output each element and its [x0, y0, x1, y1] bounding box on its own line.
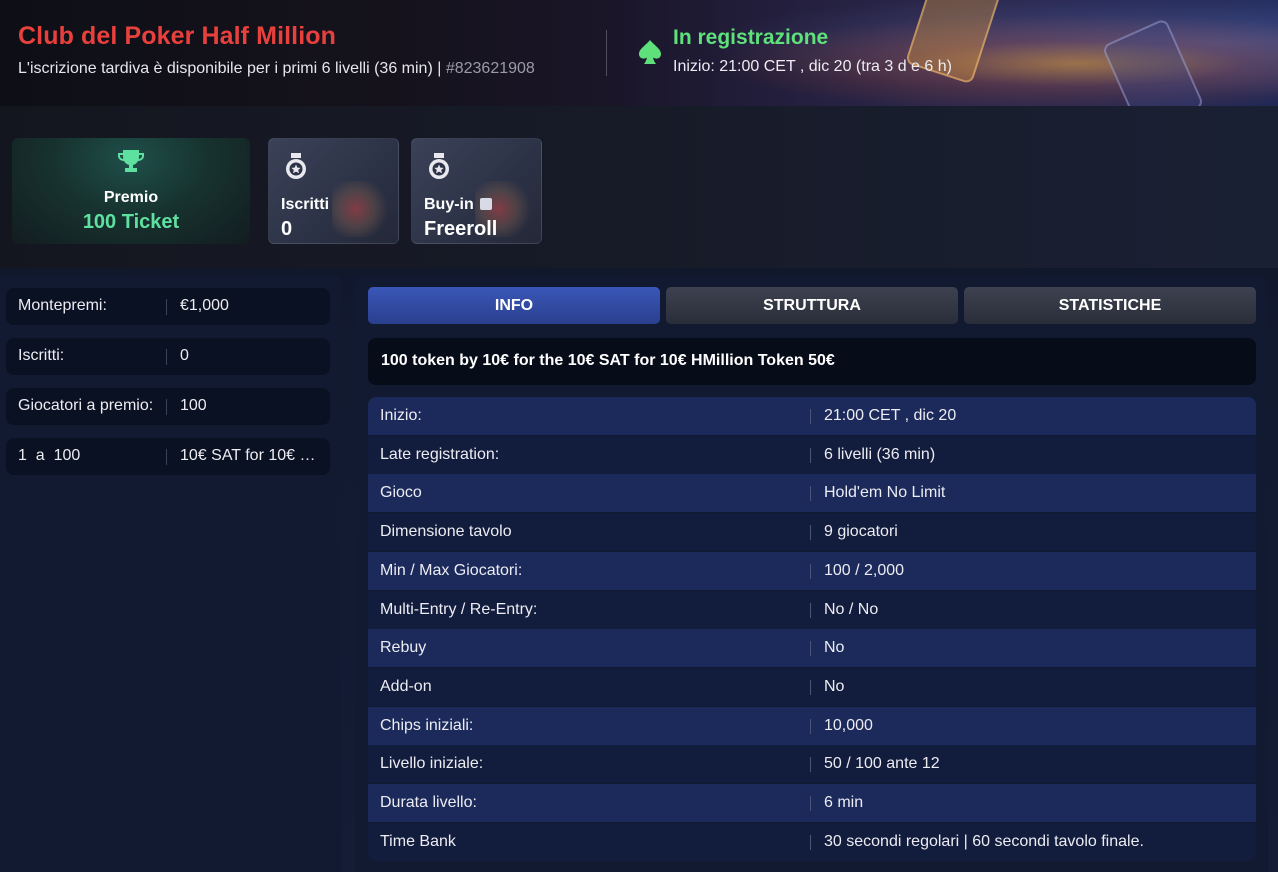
tournament-description: 100 token by 10€ for the 10€ SAT for 10€…: [368, 338, 1256, 385]
tournament-id: #823621908: [445, 60, 535, 77]
info-value: No: [824, 639, 845, 657]
row-value: 0: [180, 347, 189, 364]
info-value: 6 livelli (36 min): [824, 445, 936, 463]
tab-info[interactable]: INFO: [368, 287, 660, 324]
info-label: Add-on: [380, 677, 432, 695]
row-divider: [810, 757, 811, 773]
info-row-table-size: Dimensione tavolo 9 giocatori: [368, 513, 1256, 552]
tournament-header: Club del Poker Half Million L'iscrizione…: [0, 0, 1278, 106]
info-row-start: Inizio: 21:00 CET , dic 20: [368, 397, 1256, 435]
slot-machine-decoration: [332, 181, 392, 237]
row-divider: [166, 349, 167, 365]
buyin-value: Freeroll: [424, 218, 498, 240]
info-label: Time Bank: [380, 832, 456, 850]
medal-icon: [429, 153, 449, 179]
tab-structure[interactable]: STRUTTURA: [666, 287, 958, 324]
row-divider: [810, 796, 811, 811]
tab-statistics[interactable]: STATISTICHE: [964, 287, 1256, 324]
info-label: Durata livello:: [380, 794, 477, 811]
registration-status: In registrazione: [673, 26, 829, 49]
info-value: 9 giocatori: [824, 523, 898, 541]
start-time: Inizio: 21:00 CET , dic 20 (tra 3 d e 6 …: [673, 58, 952, 75]
row-divider: [810, 641, 811, 657]
row-divider: [810, 718, 811, 734]
info-row-min-max-players: Min / Max Giocatori: 100 / 2,000: [368, 551, 1256, 590]
row-divider: [810, 563, 811, 579]
row-divider: [810, 834, 811, 850]
prize-structure-panel: Montepremi: €1,000 Iscritti: 0 Giocatori…: [0, 276, 342, 872]
buyin-label: Buy-in: [424, 196, 492, 214]
info-row-late-registration: Late registration: 6 livelli (36 min): [368, 435, 1256, 474]
info-label: Gioco: [380, 484, 422, 502]
prize-value: 100 Ticket: [82, 211, 180, 233]
prize-label: Premio: [103, 189, 159, 206]
info-value: Hold'em No Limit: [824, 484, 946, 502]
row-label: Giocatori a premio:: [18, 397, 154, 414]
row-divider: [166, 399, 167, 415]
row-divider: [810, 602, 811, 618]
info-row-level-duration: Durata livello: 6 min: [368, 784, 1256, 822]
info-value: 10,000: [824, 716, 873, 734]
info-value: 100 / 2,000: [824, 561, 905, 579]
info-label: Multi-Entry / Re-Entry:: [380, 600, 538, 618]
info-row-game: Gioco Hold'em No Limit: [368, 474, 1256, 513]
row-divider: [810, 679, 811, 695]
entrants-card: Iscritti 0: [268, 138, 399, 244]
row-divider: [810, 409, 811, 424]
description-text: 100 token by 10€ for the 10€ SAT for 10€…: [381, 352, 835, 369]
info-value: 50 / 100 ante 12: [824, 755, 940, 773]
medal-icon: [286, 153, 306, 179]
info-label: Chips iniziali:: [380, 716, 474, 734]
info-row-time-bank: Time Bank 30 secondi regolari | 60 second…: [368, 822, 1256, 861]
info-icon[interactable]: [479, 198, 492, 210]
info-table: Inizio: 21:00 CET , dic 20 Late registrat…: [368, 397, 1256, 861]
row-label: Montepremi:: [18, 297, 107, 314]
paid-players-row: Giocatori a premio: 100: [6, 388, 330, 425]
info-row-rebuy: Rebuy No: [368, 629, 1256, 668]
row-divider: [166, 449, 167, 465]
buyin-card: Buy-in Freeroll: [411, 138, 542, 244]
row-label: 1 a 100: [18, 447, 81, 464]
entrants-label: Iscritti: [281, 196, 330, 213]
late-registration-info: L'iscrizione tardiva è disponibile per i…: [18, 60, 535, 78]
info-row-starting-level: Livello iniziale: 50 / 100 ante 12: [368, 745, 1256, 784]
info-row-starting-chips: Chips iniziali: 10,000: [368, 706, 1256, 745]
row-value: 10€ SAT for 10€ HMillion Token 50€: [180, 447, 320, 464]
info-row-reentry: Multi-Entry / Re-Entry: No / No: [368, 590, 1256, 629]
tournament-title: Club del Poker Half Million: [18, 22, 337, 50]
info-value: 21:00 CET , dic 20: [824, 407, 957, 424]
row-value: €1,000: [180, 297, 229, 314]
info-value: No: [824, 677, 845, 695]
info-value: No / No: [824, 600, 879, 618]
info-label: Min / Max Giocatori:: [380, 561, 523, 579]
payout-row: 1 a 100 10€ SAT for 10€ HMillion Token 5…: [6, 438, 330, 475]
entrants-row: Iscritti: 0: [6, 338, 330, 375]
info-label: Late registration:: [380, 445, 500, 463]
header-background-art: [608, 0, 1278, 106]
entrants-value: 0: [281, 218, 293, 240]
spade-icon: [639, 40, 661, 64]
prize-pool-row: Montepremi: €1,000: [6, 288, 330, 325]
info-value: 6 min: [824, 794, 864, 811]
info-row-addon: Add-on No: [368, 667, 1256, 706]
trophy-icon: [118, 150, 144, 172]
buyin-label-text: Buy-in: [424, 196, 474, 213]
info-label: Dimensione tavolo: [380, 523, 512, 541]
row-value: 100: [180, 397, 207, 414]
tournament-lobby: Club del Poker Half Million L'iscrizione…: [0, 0, 1278, 872]
info-label: Inizio:: [380, 407, 422, 424]
row-divider: [810, 486, 811, 502]
row-label: Iscritti:: [18, 347, 65, 364]
row-divider: [810, 525, 811, 541]
info-label: Livello iniziale:: [380, 755, 484, 773]
row-divider: [810, 447, 811, 463]
row-divider: [166, 299, 167, 315]
info-label: Rebuy: [380, 639, 427, 657]
late-registration-text: L'iscrizione tardiva è disponibile per i…: [18, 60, 442, 77]
info-value: 30 secondi regolari | 60 secondi tavolo …: [824, 832, 1144, 850]
playing-card-decoration: [1101, 17, 1205, 106]
header-divider: [606, 30, 607, 76]
